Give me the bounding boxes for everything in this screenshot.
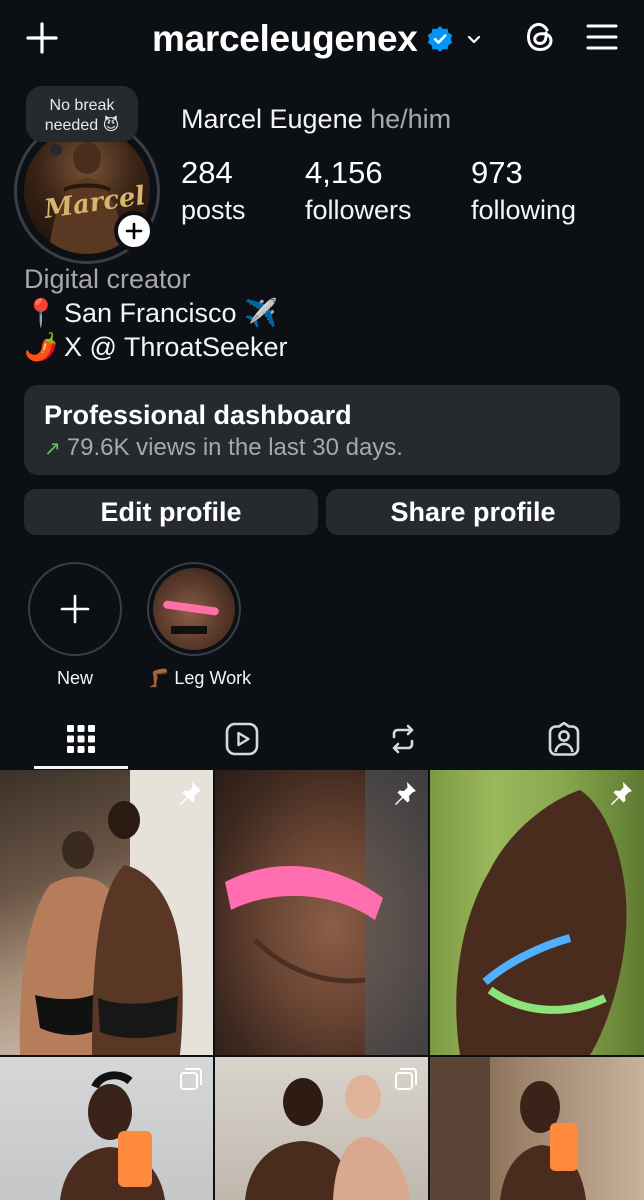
menu-button[interactable]: [582, 17, 622, 57]
note-bubble-tail: [50, 144, 62, 156]
chevron-down-icon: [464, 29, 484, 49]
post-image: [430, 1057, 586, 1200]
highlight-label: 🦵🏾 Leg Work: [147, 668, 252, 688]
highlight-label: New: [56, 668, 93, 688]
pin-icon: [395, 782, 416, 805]
verified-badge-icon: [426, 25, 454, 53]
stat-followers[interactable]: 4,156 followers: [305, 154, 412, 228]
edit-profile-button[interactable]: Edit profile: [24, 489, 318, 535]
post-tile[interactable]: [0, 770, 213, 1055]
multiple-photos-icon: [395, 1068, 417, 1090]
active-tab-indicator: [34, 766, 128, 769]
highlight-leg-work[interactable]: 🦵🏾 Leg Work: [147, 562, 252, 689]
dashboard-views: 79.6K views in the last 30 days.: [66, 434, 403, 461]
plus-icon: [125, 222, 143, 240]
note-text-line1: No break: [49, 97, 115, 114]
post-tile[interactable]: [215, 1057, 428, 1200]
plus-icon: [60, 594, 90, 624]
bio-link-text: X @ ThroatSeeker: [64, 332, 288, 362]
bio-location: 📍 San Francisco ✈️: [24, 296, 288, 330]
tab-reposts[interactable]: [322, 712, 483, 766]
posts-label: posts: [181, 195, 246, 225]
create-button[interactable]: [22, 18, 62, 58]
note-text-line2: needed 😈: [44, 117, 120, 134]
post-image: [19, 770, 213, 1055]
post-tile[interactable]: [430, 1057, 644, 1200]
post-tile[interactable]: [0, 1057, 213, 1200]
username: marceleugenex: [152, 18, 418, 59]
highlight-new-circle: [28, 562, 122, 656]
following-count: 973: [471, 155, 523, 190]
posts-grid: [0, 770, 644, 1200]
post-image: [456, 790, 627, 1055]
post-image: [225, 770, 428, 1055]
profile-name: Marcel Eugene he/him: [181, 104, 451, 135]
grid-icon: [66, 725, 95, 753]
tab-tagged[interactable]: [483, 712, 644, 766]
account-switcher[interactable]: marceleugenex: [152, 16, 484, 62]
tab-grid[interactable]: [0, 712, 161, 766]
add-story-button[interactable]: [114, 211, 154, 251]
trend-up-icon: ↗: [44, 438, 61, 460]
following-label: following: [471, 195, 577, 225]
full-name: Marcel Eugene: [181, 104, 363, 134]
pin-icon: 📍: [24, 298, 58, 328]
posts-count: 284: [181, 155, 233, 190]
plus-icon: [26, 22, 58, 54]
stat-following[interactable]: 973 following: [471, 154, 576, 228]
top-bar: marceleugenex: [0, 0, 644, 80]
highlight-circle: [147, 562, 241, 656]
threads-button[interactable]: [520, 17, 560, 57]
profile-tabs: [0, 712, 644, 770]
pin-icon: [180, 782, 201, 805]
dashboard-title: Professional dashboard: [44, 400, 352, 430]
tagged-icon: [548, 722, 579, 756]
stat-posts[interactable]: 284 posts: [181, 154, 246, 228]
highlight-thumbnail: [153, 568, 235, 650]
post-tile[interactable]: [430, 770, 644, 1055]
pin-icon: [611, 782, 632, 805]
pronouns: he/him: [370, 104, 452, 134]
followers-label: followers: [305, 195, 412, 225]
chili-icon: 🌶️: [24, 332, 58, 362]
bio-location-text: San Francisco ✈️: [64, 298, 278, 328]
threads-icon: [526, 22, 553, 52]
share-profile-button[interactable]: Share profile: [326, 489, 620, 535]
dashboard-subtitle: ↗ 79.6K views in the last 30 days.: [44, 431, 600, 466]
bio: Digital creator 📍 San Francisco ✈️ 🌶️ X @ …: [24, 262, 288, 364]
followers-count: 4,156: [305, 155, 383, 190]
reposts-icon: [392, 724, 413, 754]
note-bubble[interactable]: No break needed 😈: [26, 86, 138, 142]
professional-dashboard[interactable]: Professional dashboard ↗ 79.6K views in t…: [24, 385, 620, 475]
bio-category: Digital creator: [24, 264, 191, 294]
menu-icon: [586, 24, 618, 50]
reels-icon: [225, 722, 258, 756]
highlight-new[interactable]: New: [28, 562, 122, 689]
tab-reels[interactable]: [161, 712, 322, 766]
post-tile[interactable]: [215, 770, 428, 1055]
bio-link[interactable]: 🌶️ X @ ThroatSeeker: [24, 330, 288, 364]
multiple-photos-icon: [180, 1068, 202, 1090]
